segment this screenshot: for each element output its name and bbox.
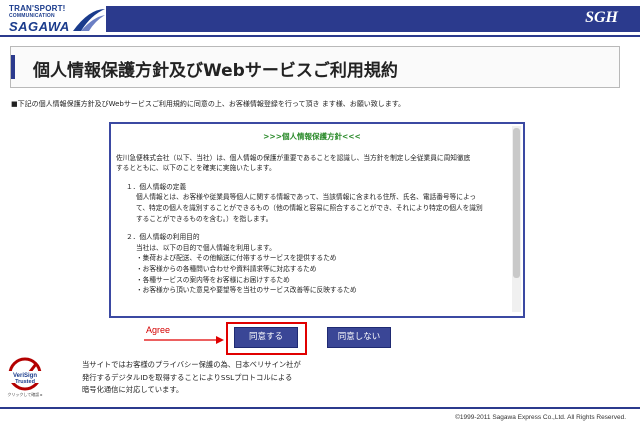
terms-paragraph: するとともに、以下のことを確実に実施いたします。 bbox=[116, 164, 276, 173]
footer-divider bbox=[0, 407, 640, 409]
verisign-trusted-text: Trusted bbox=[15, 379, 35, 385]
terms-line: 個人情報とは、お客様や従業員等個人に関する情報であって、当該情報に含まれる住所、… bbox=[136, 193, 477, 202]
section-title: １．個人情報の定義 bbox=[126, 182, 187, 191]
list-item: ・集荷および配送、その他輸送に付帯するサービスを提供するため bbox=[136, 254, 337, 263]
terms-scrollbar-thumb[interactable] bbox=[513, 128, 520, 278]
terms-heading: >>>個人情報保護方針<<< bbox=[263, 132, 361, 141]
header-band: SGH bbox=[106, 6, 640, 32]
page-title: 個人情報保護方針及びWebサービスご利用規約 bbox=[33, 61, 398, 81]
list-item: ・各種サービスの案内等をお客様にお届けするため bbox=[136, 275, 290, 284]
terms-scroll-box[interactable]: >>>個人情報保護方針<<< 佐川急便株式会社（以下、当社）は、個人情報の保護が… bbox=[109, 122, 525, 318]
intro-text: ■下記の個人情報保護方針及びWebサービスご利用規約に同意の上、お客様情報登録を… bbox=[11, 100, 406, 108]
sgh-mark: SGH bbox=[585, 9, 618, 26]
verisign-click-text: クリックして確認 ▸ bbox=[7, 391, 42, 397]
logo-line-1: TRAN'SPORT! bbox=[9, 4, 66, 13]
list-item: ・お客様からの各種問い合わせや資料請求等に対応するため bbox=[136, 264, 317, 273]
logo-swoosh-icon bbox=[73, 9, 105, 31]
terms-line: することができるものを含む。）を指します。 bbox=[136, 214, 273, 223]
ssl-notice-line: 当サイトではお客様のプライバシー保護の為、日本ベリサイン社が bbox=[82, 360, 301, 369]
title-accent-bar bbox=[11, 55, 15, 79]
header-divider bbox=[0, 35, 640, 37]
terms-line: て、特定の個人を識別することができるもの（他の情報と容易に照合することができ、そ… bbox=[136, 203, 483, 212]
agree-button[interactable]: 同意する bbox=[234, 327, 298, 348]
terms-paragraph: 佐川急便株式会社（以下、当社）は、個人情報の保護が重要であることを認識し、当方針… bbox=[116, 153, 471, 162]
section-title: ２．個人情報の利用目的 bbox=[126, 233, 200, 242]
list-item: ・お客様から頂いた意見や要望等を当社のサービス改善等に反映するため bbox=[136, 286, 357, 295]
disagree-button[interactable]: 同意しない bbox=[327, 327, 391, 348]
agree-annotation: Agree bbox=[146, 325, 171, 335]
verisign-seal-icon[interactable]: VeriSign Trusted クリックして確認 ▸ bbox=[5, 356, 45, 400]
ssl-notice-line: 発行するデジタルIDを取得することによりSSLプロトコルによる bbox=[82, 372, 293, 382]
copyright: ©1999-2011 Sagawa Express Co.,Ltd. All R… bbox=[455, 414, 626, 421]
page-title-box: 個人情報保護方針及びWebサービスご利用規約 bbox=[10, 46, 620, 88]
arrow-right-icon bbox=[144, 336, 224, 344]
logo-line-3: SAGAWA bbox=[9, 19, 70, 34]
site-header: TRAN'SPORT! COMMUNICATION SAGAWA SGH bbox=[0, 0, 640, 38]
ssl-notice: 当サイトではお客様のプライバシー保護の為、日本ベリサイン社が 発行するデジタルI… bbox=[82, 359, 301, 397]
sagawa-logo[interactable]: TRAN'SPORT! COMMUNICATION SAGAWA bbox=[9, 4, 105, 34]
ssl-notice-line: 暗号化通信に対応しています。 bbox=[82, 385, 184, 394]
terms-line: 当社は、以下の目的で個人情報を利用します。 bbox=[136, 243, 276, 252]
terms-content: >>>個人情報保護方針<<< 佐川急便株式会社（以下、当社）は、個人情報の保護が… bbox=[116, 132, 508, 310]
